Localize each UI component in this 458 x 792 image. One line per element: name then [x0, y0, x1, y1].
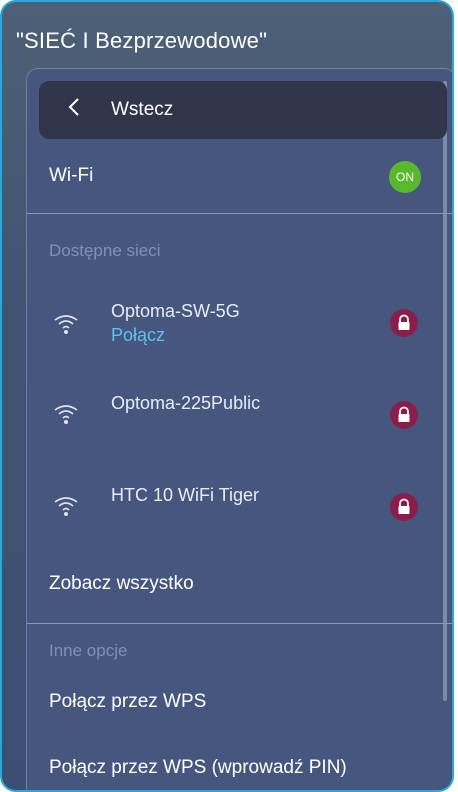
wps-connect-option[interactable]: Połącz przez WPS [49, 691, 206, 713]
scrollbar[interactable] [443, 81, 447, 701]
page-title: "SIEĆ I Bezprzewodowe" [16, 28, 268, 53]
available-networks-header: Dostępne sieci [49, 241, 161, 260]
wifi-toggle[interactable]: ON [389, 161, 421, 193]
lock-icon [390, 401, 418, 429]
network-panel: Wstecz Wi-Fi ON Dostępne sieci Optoma-SW… [26, 68, 452, 790]
network-name: Optoma-SW-5G [111, 301, 240, 321]
network-name: HTC 10 WiFi Tiger [111, 485, 260, 505]
wifi-icon [54, 315, 78, 334]
divider [27, 213, 452, 214]
wifi-label: Wi-Fi [49, 165, 94, 186]
lock-icon [390, 309, 418, 337]
divider [27, 623, 452, 624]
network-name: Optoma-225Public [111, 393, 261, 413]
see-all-button[interactable]: Zobacz wszystko [49, 573, 194, 595]
back-button[interactable]: Wstecz [39, 81, 447, 139]
wps-pin-option[interactable]: Połącz przez WPS (wprowadź PIN) [49, 757, 347, 779]
back-button-label: Wstecz [111, 99, 174, 120]
chevron-left-icon [68, 98, 79, 116]
wifi-icon [54, 497, 78, 516]
settings-window: "SIEĆ I Bezprzewodowe" Wstecz Wi-Fi ON D… [0, 0, 454, 792]
other-options-header: Inne opcje [49, 641, 128, 660]
network-connect-link[interactable]: Połącz [111, 325, 165, 346]
lock-icon [390, 493, 418, 521]
wifi-icon [54, 405, 78, 424]
